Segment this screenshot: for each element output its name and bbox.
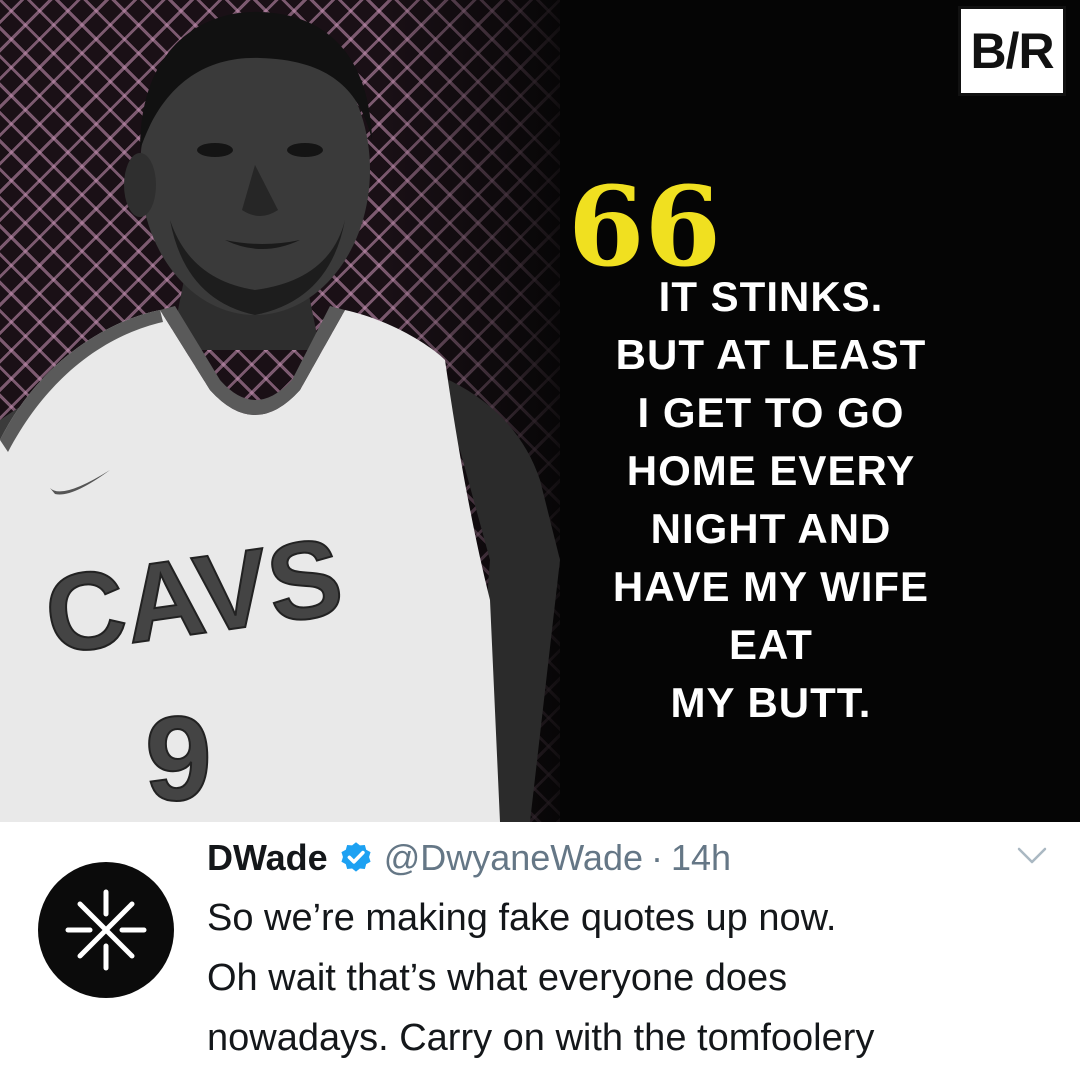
bleacher-report-logo: B/R	[958, 6, 1066, 96]
player-photo: CAVS 9	[0, 11, 560, 822]
quote-line: MY BUTT.	[670, 679, 872, 726]
quote-line: I GET TO GO	[637, 389, 905, 436]
quote-line: HOME EVERY	[626, 447, 916, 494]
quote-mark-icon: 66	[568, 162, 722, 291]
chevron-down-icon[interactable]	[1016, 844, 1048, 868]
quote-line: BUT AT LEAST	[615, 331, 927, 378]
separator-dot: ·	[651, 837, 663, 878]
tweet-text-line: Oh wait that’s what everyone does	[207, 957, 788, 999]
jersey-number-text: 9	[145, 692, 212, 822]
avatar[interactable]	[38, 862, 174, 998]
tweet-card[interactable]: DWade @DwyaneWade · 14h So we’re making …	[0, 822, 1080, 1080]
quote-text: IT STINKS. BUT AT LEAST I GET TO GO HOME…	[540, 268, 1002, 732]
quote-line: HAVE MY WIFE	[612, 563, 930, 610]
tweet-header: DWade @DwyaneWade · 14h	[207, 836, 731, 880]
quote-line: EAT	[729, 621, 813, 668]
tweet-text: So we’re making fake quotes up now. Oh w…	[207, 888, 1057, 1068]
timestamp[interactable]: 14h	[671, 837, 731, 879]
display-name[interactable]: DWade	[207, 837, 328, 879]
tweet-text-line: nowadays. Carry on with the tomfoolery	[207, 1017, 875, 1059]
user-handle[interactable]: @DwyaneWade	[384, 837, 643, 879]
avatar-logo-icon	[65, 889, 147, 971]
quote-line: NIGHT AND	[650, 505, 892, 552]
verified-badge-icon	[341, 842, 371, 872]
quote-image[interactable]: CAVS 9 B/R 66 IT STINKS. BUT AT LEAST I …	[0, 0, 1080, 822]
quote-line: IT STINKS.	[658, 273, 884, 320]
tweet-text-line: So we’re making fake quotes up now.	[207, 897, 837, 939]
